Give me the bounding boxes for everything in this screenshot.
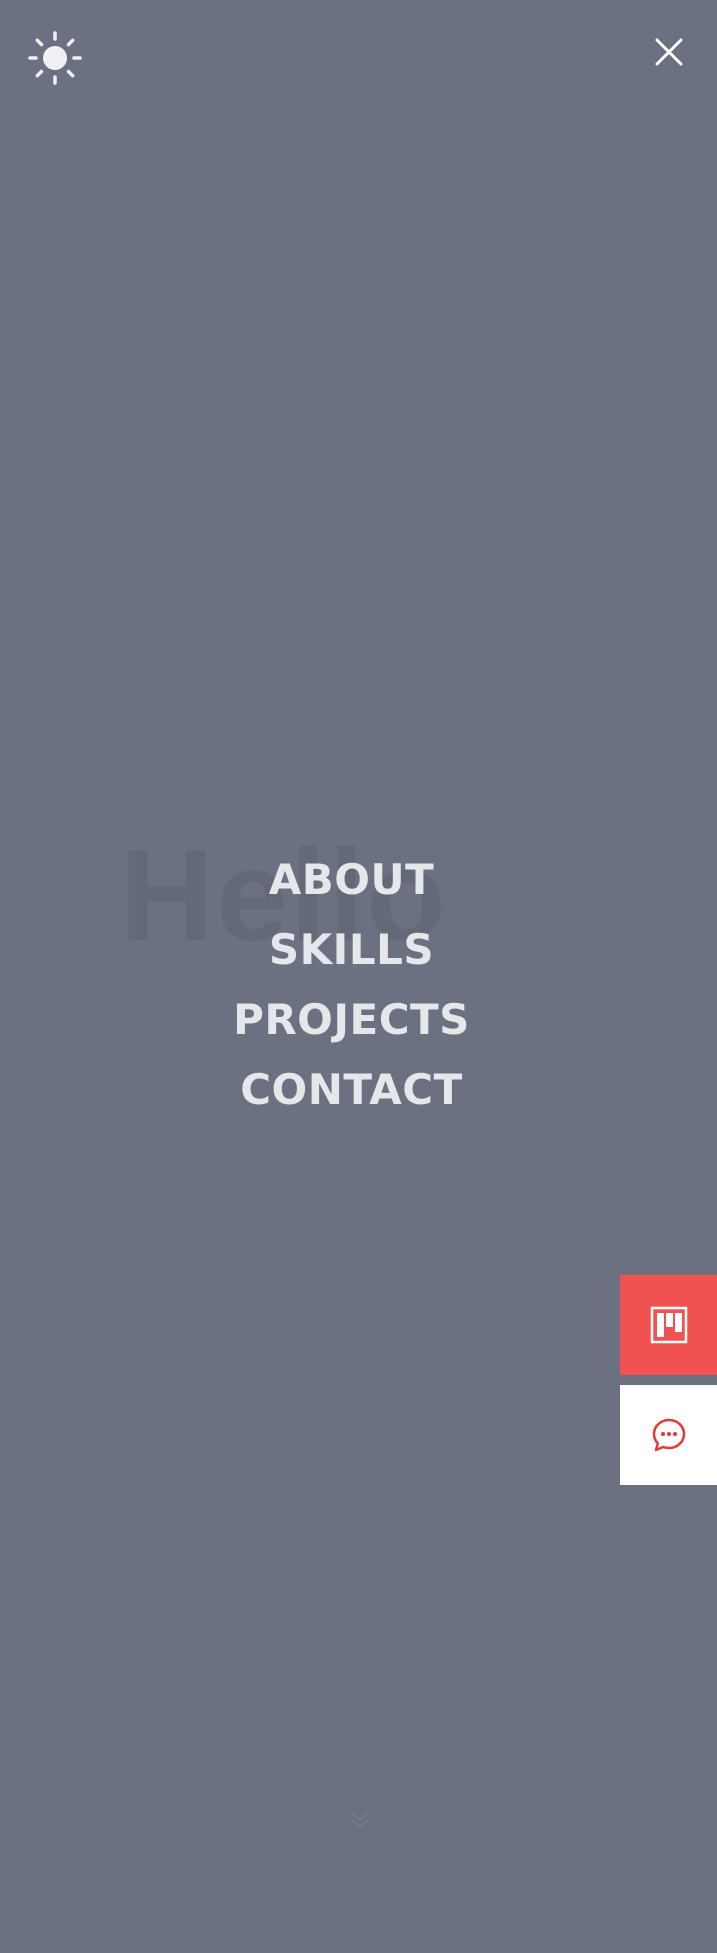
nav-item-about[interactable]: ABOUT xyxy=(269,845,434,915)
nav-item-projects[interactable]: PROJECTS xyxy=(233,985,470,1055)
sun-icon xyxy=(28,31,82,85)
chat-bubble-icon xyxy=(652,1418,685,1452)
kanban-icon xyxy=(650,1306,687,1344)
theme-toggle-button[interactable] xyxy=(27,30,83,86)
main-nav-menu: ABOUT SKILLS PROJECTS CONTACT xyxy=(0,845,703,1125)
nav-item-contact[interactable]: CONTACT xyxy=(240,1055,463,1125)
scroll-down-hint[interactable] xyxy=(347,1810,373,1832)
close-icon xyxy=(655,38,683,66)
chat-button[interactable] xyxy=(620,1385,717,1485)
kanban-button[interactable] xyxy=(620,1275,717,1375)
close-menu-button[interactable] xyxy=(650,33,688,71)
chevron-down-icon xyxy=(352,1813,368,1828)
nav-item-skills[interactable]: SKILLS xyxy=(269,915,434,985)
